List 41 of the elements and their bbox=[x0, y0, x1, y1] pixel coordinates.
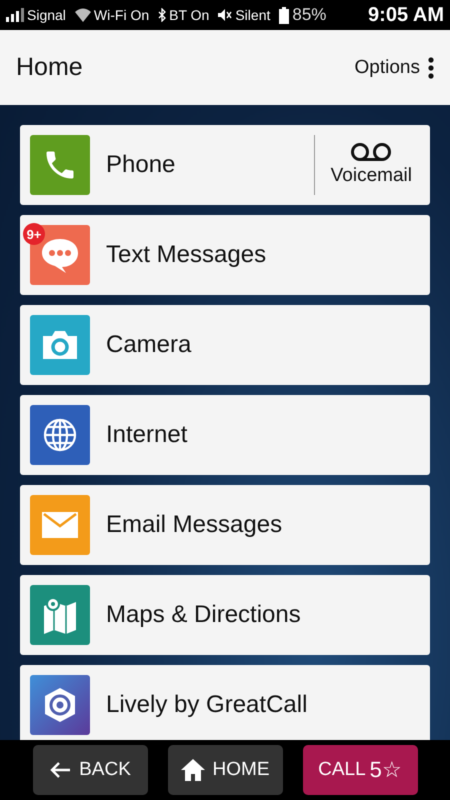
app-card[interactable]: 9+ Text Messages bbox=[20, 215, 430, 295]
app-label: Camera bbox=[106, 331, 192, 359]
options-button[interactable]: Options bbox=[354, 56, 434, 78]
app-label: Email Messages bbox=[106, 511, 282, 539]
app-card[interactable]: Internet bbox=[20, 395, 430, 475]
map-icon bbox=[30, 585, 90, 645]
call-button[interactable]: CALL 5☆ bbox=[302, 745, 418, 795]
globe-icon bbox=[30, 405, 90, 465]
app-card[interactable]: Maps & Directions bbox=[20, 575, 430, 655]
bluetooth-icon bbox=[158, 8, 166, 22]
signal-icon bbox=[6, 8, 24, 22]
app-label: Internet bbox=[106, 421, 188, 449]
page-title: Home bbox=[16, 53, 83, 82]
app-label: Maps & Directions bbox=[106, 601, 301, 629]
back-arrow-icon bbox=[49, 761, 72, 779]
envelope-icon bbox=[30, 495, 90, 555]
app-card[interactable]: Camera bbox=[20, 305, 430, 385]
bluetooth-label: BT On bbox=[169, 7, 210, 23]
app-label: Phone bbox=[106, 151, 176, 179]
camera-icon bbox=[30, 315, 90, 375]
signal-label: Signal bbox=[27, 7, 66, 23]
more-icon bbox=[428, 56, 434, 78]
phone-icon bbox=[30, 135, 90, 195]
app-label: Text Messages bbox=[106, 241, 266, 269]
app-label: Lively by GreatCall bbox=[106, 691, 308, 719]
clock: 9:05 AM bbox=[368, 4, 444, 26]
battery-icon bbox=[279, 6, 290, 24]
app-card[interactable]: Lively by GreatCall bbox=[20, 665, 430, 740]
muted-speaker-icon bbox=[218, 9, 232, 21]
home-button[interactable]: HOME bbox=[168, 745, 282, 795]
battery-label: 85% bbox=[292, 5, 326, 25]
notification-badge: 9+ bbox=[23, 223, 45, 245]
app-card[interactable]: Email Messages bbox=[20, 485, 430, 565]
voicemail-button[interactable]: Voicemail bbox=[314, 143, 420, 187]
wifi-label: Wi-Fi On bbox=[94, 7, 150, 23]
wifi-icon bbox=[74, 8, 91, 22]
app-card[interactable]: Phone Voicemail bbox=[20, 125, 430, 205]
back-button[interactable]: BACK bbox=[32, 745, 148, 795]
voicemail-icon bbox=[349, 143, 394, 163]
home-icon bbox=[180, 759, 204, 781]
sound-label: Silent bbox=[235, 7, 270, 23]
